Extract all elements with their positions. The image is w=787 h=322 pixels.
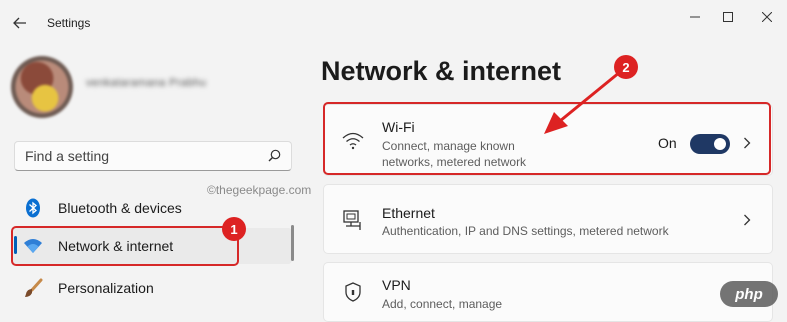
minimize-button[interactable] <box>680 7 710 27</box>
vpn-title: VPN <box>382 277 411 293</box>
annotation-box-network <box>11 226 239 266</box>
shield-icon <box>340 279 366 305</box>
ethernet-icon <box>340 207 366 233</box>
vpn-card[interactable]: VPN Add, connect, manage <box>323 262 773 322</box>
user-name: venkataramana Prabhu <box>86 77 207 89</box>
sidebar-item-bluetooth[interactable]: Bluetooth & devices <box>12 190 292 226</box>
annotation-badge-1: 1 <box>222 217 246 241</box>
annotation-arrow-icon <box>544 70 621 134</box>
search-box[interactable] <box>14 141 292 171</box>
close-button[interactable] <box>752 7 782 27</box>
ethernet-title: Ethernet <box>382 205 435 221</box>
brush-icon <box>22 277 44 299</box>
ethernet-card[interactable]: Ethernet Authentication, IP and DNS sett… <box>323 184 773 254</box>
ethernet-description: Authentication, IP and DNS settings, met… <box>382 224 669 238</box>
minimize-icon <box>690 16 700 18</box>
back-arrow-icon <box>13 17 26 29</box>
sidebar-scrollbar[interactable] <box>291 225 294 261</box>
sidebar-item-personalization[interactable]: Personalization <box>12 270 292 306</box>
page-title: Network & internet <box>321 56 562 86</box>
maximize-icon <box>723 12 733 22</box>
vpn-description: Add, connect, manage <box>382 297 503 311</box>
sidebar-item-label: Bluetooth & devices <box>58 200 182 216</box>
php-logo: php <box>720 281 778 307</box>
search-icon[interactable] <box>268 149 281 162</box>
back-button[interactable] <box>6 10 34 36</box>
app-title: Settings <box>47 16 91 30</box>
sidebar-item-label: Personalization <box>58 280 154 296</box>
avatar[interactable] <box>11 56 73 118</box>
maximize-button[interactable] <box>713 7 743 27</box>
search-input[interactable] <box>25 142 255 170</box>
close-icon <box>762 12 772 22</box>
bluetooth-icon <box>22 197 44 219</box>
chevron-right-icon[interactable] <box>740 213 754 227</box>
